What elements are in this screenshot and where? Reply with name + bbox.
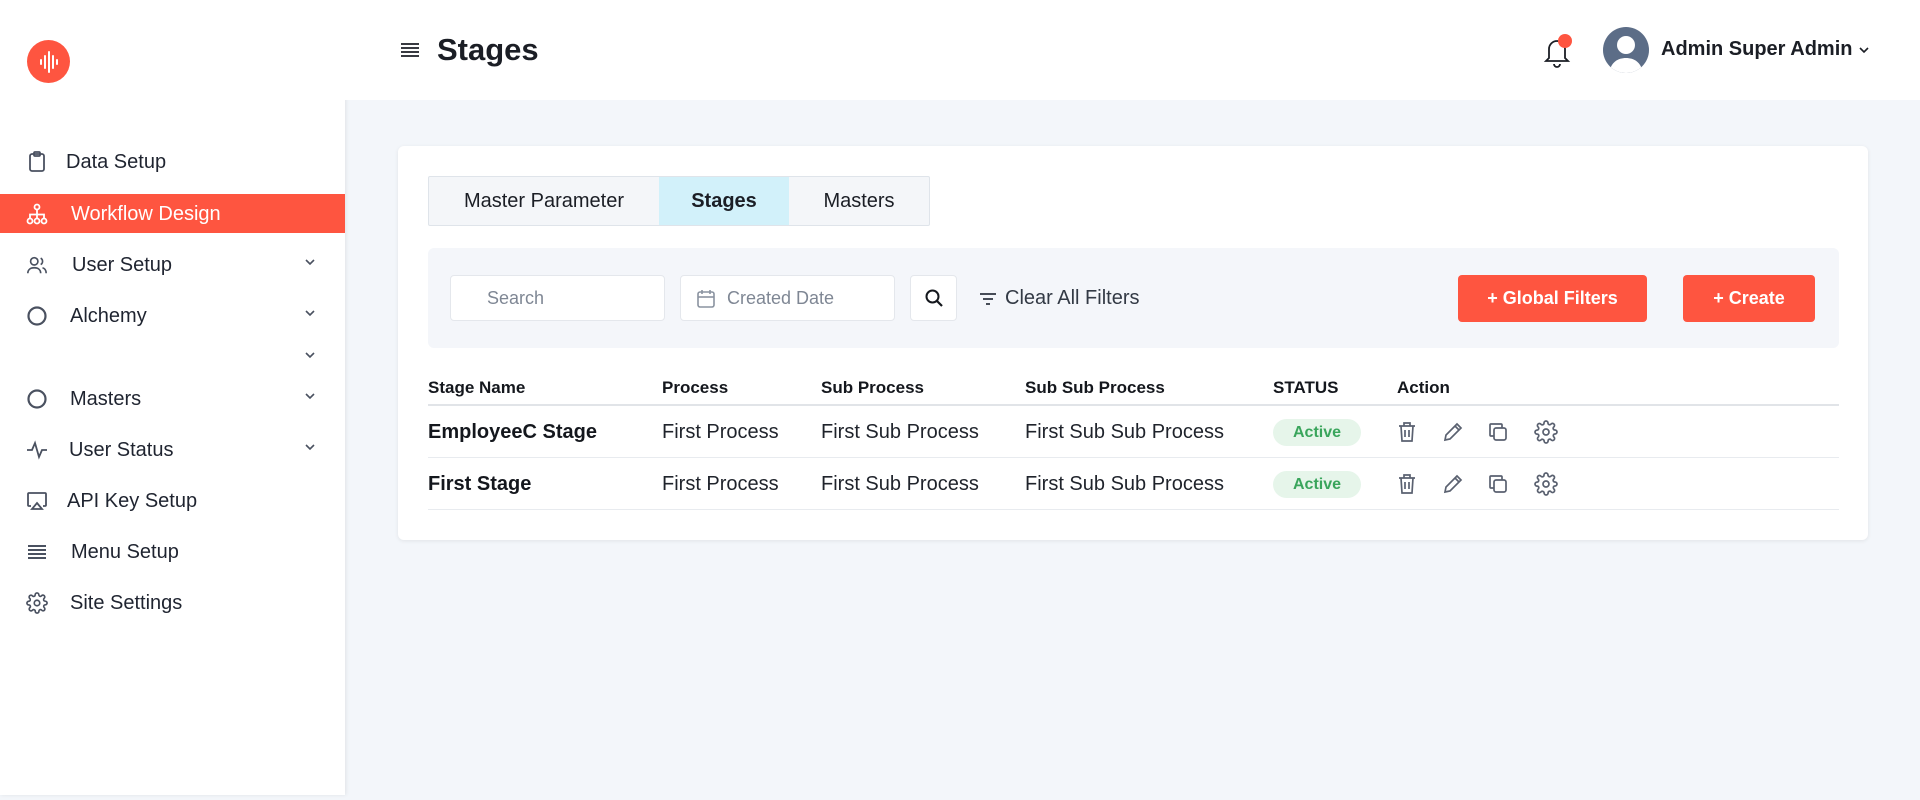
global-filters-button[interactable]: + Global Filters [1458,275,1647,322]
activity-icon [26,439,48,461]
column-header-status[interactable]: STATUS [1273,378,1338,398]
sidebar-item-label: User Setup [72,254,173,276]
gear-icon[interactable] [1534,420,1558,444]
sidebar-item-user-setup[interactable]: User Setup [0,245,345,284]
chevron-down-icon[interactable] [1857,43,1871,57]
tab-masters[interactable]: Masters [789,177,929,225]
process-cell: First Process [662,421,779,443]
column-header-sub-process[interactable]: Sub Process [821,378,924,398]
sidebar: Data Setup Workflow Design User Setup Al… [0,0,345,795]
process-cell: First Process [662,473,779,495]
user-avatar-icon [1609,36,1643,73]
sidebar-item-label: Workflow Design [71,203,221,225]
trash-icon[interactable] [1395,420,1419,444]
chevron-down-icon[interactable] [303,389,317,403]
stages-card: Master Parameter Stages Masters Search C… [398,146,1868,540]
chevron-down-icon[interactable] [303,440,317,454]
sidebar-item-user-status[interactable]: User Status [0,430,345,469]
sidebar-item-label: Data Setup [66,151,167,173]
create-button[interactable]: + Create [1683,275,1815,322]
app-logo[interactable] [27,40,70,83]
sub-process-cell: First Sub Process [821,421,979,443]
filter-bar: Search Created Date Clear All Filters + … [428,248,1839,348]
user-name[interactable]: Admin Super Admin [1661,38,1852,61]
sidebar-item-api-key-setup[interactable]: API Key Setup [0,481,345,520]
trash-icon[interactable] [1395,472,1419,496]
sidebar-item-menu-setup[interactable]: Menu Setup [0,532,345,571]
sidebar-item-site-settings[interactable]: Site Settings [0,583,345,622]
column-header-process[interactable]: Process [662,378,728,398]
status-badge: Active [1273,419,1361,446]
column-header-action: Action [1397,378,1450,397]
column-header-sub-sub-process[interactable]: Sub Sub Process [1025,378,1165,398]
sound-wave-icon [39,50,58,73]
stages-table: Stage Name Process Sub Process Sub Sub P… [428,368,1839,510]
airplay-icon [26,490,48,512]
sidebar-item-masters[interactable]: Masters [0,379,345,418]
page-title: Stages [437,32,539,67]
sidebar-item-data-setup[interactable]: Data Setup [0,142,345,181]
sub-process-cell: First Sub Process [821,473,979,495]
sidebar-item-label: Site Settings [70,592,183,614]
search-icon [925,289,943,307]
sidebar-item-workflow-design[interactable]: Workflow Design [0,194,345,233]
circle-icon [26,388,48,410]
sidebar-item-label: User Status [69,439,174,461]
top-header: Stages Admin Super Admin [345,0,1920,100]
sidebar-item-label: Menu Setup [71,541,179,563]
edit-icon[interactable] [1441,472,1465,496]
sidebar-item-label: Masters [70,388,142,410]
status-badge: Active [1273,471,1361,498]
copy-icon[interactable] [1486,472,1510,496]
chevron-down-icon[interactable] [303,255,317,269]
list-icon [26,541,48,563]
chevron-down-icon[interactable] [303,348,317,362]
notification-dot [1558,34,1572,48]
tab-master-parameter[interactable]: Master Parameter [429,177,659,225]
hierarchy-icon [26,203,48,225]
users-icon [26,254,48,276]
clipboard-icon [26,151,48,173]
tab-stages[interactable]: Stages [659,177,789,225]
calendar-icon [697,290,715,308]
search-placeholder: Search [487,287,545,308]
sidebar-item-label: API Key Setup [67,490,198,512]
stage-name-cell: EmployeeC Stage [428,421,597,443]
gear-icon [26,592,48,614]
column-header-stage-name[interactable]: Stage Name [428,378,525,398]
table-row[interactable]: EmployeeC Stage First Process First Sub … [428,406,1839,458]
sidebar-item-unlabeled[interactable] [0,338,345,377]
stage-name-cell: First Stage [428,473,532,495]
search-button[interactable] [910,275,957,321]
table-row[interactable]: First Stage First Process First Sub Proc… [428,458,1839,510]
edit-icon[interactable] [1441,420,1465,444]
clear-filters-label: Clear All Filters [1005,287,1140,309]
search-input[interactable]: Search [450,275,665,321]
date-placeholder: Created Date [727,287,835,308]
chevron-down-icon[interactable] [303,306,317,320]
sub-sub-process-cell: First Sub Sub Process [1025,473,1224,495]
created-date-input[interactable]: Created Date [680,275,895,321]
circle-icon [26,305,48,327]
gear-icon[interactable] [1534,472,1558,496]
hamburger-menu-icon[interactable] [400,40,420,60]
clear-all-filters-button[interactable]: Clear All Filters [979,287,1139,310]
sub-sub-process-cell: First Sub Sub Process [1025,421,1224,443]
copy-icon[interactable] [1486,420,1510,444]
avatar[interactable] [1603,27,1649,73]
table-header: Stage Name Process Sub Process Sub Sub P… [428,368,1839,406]
sidebar-item-alchemy[interactable]: Alchemy [0,296,345,335]
filter-icon [980,292,996,305]
sidebar-item-label: Alchemy [70,305,147,327]
tab-bar: Master Parameter Stages Masters [428,176,930,226]
